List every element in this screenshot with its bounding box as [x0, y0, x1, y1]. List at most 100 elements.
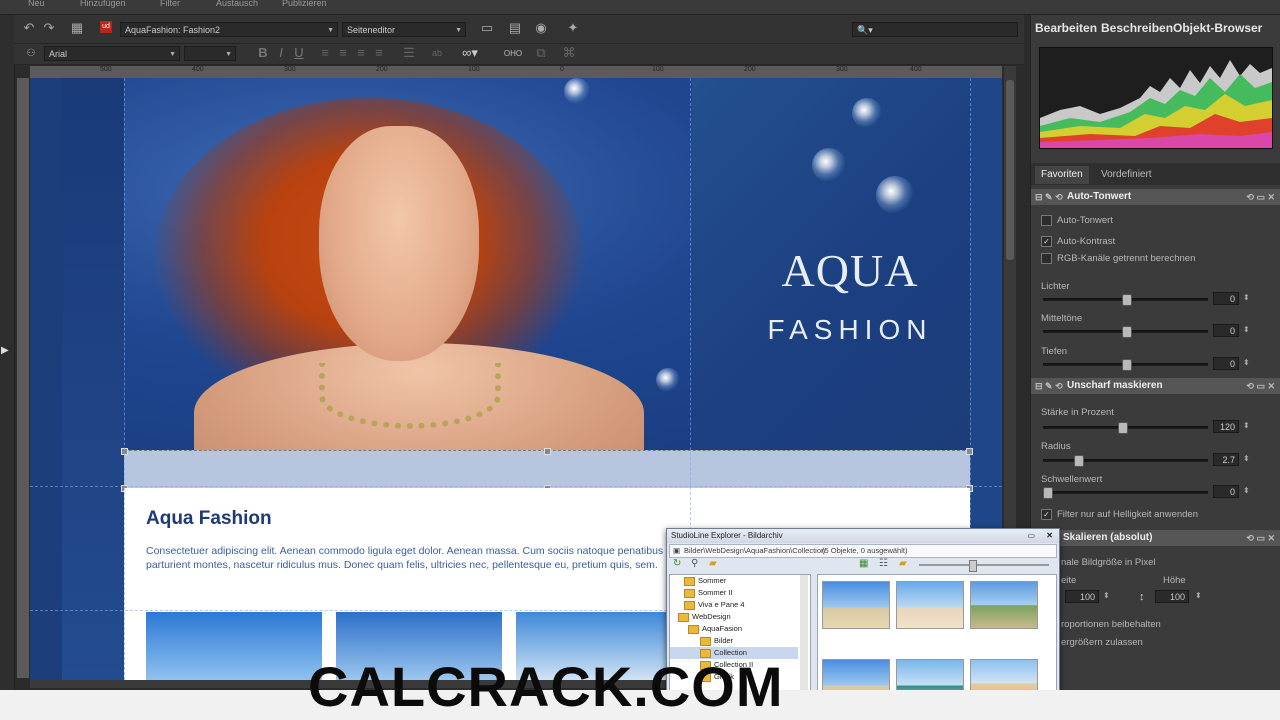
value-lichter[interactable]: 0: [1213, 292, 1239, 305]
section-controls-icon[interactable]: ⟲ ▭ ✕: [1246, 378, 1275, 394]
spinner-icon[interactable]: ⬍: [1243, 454, 1250, 463]
tree-item[interactable]: Sommer: [684, 575, 726, 587]
underline-icon[interactable]: U: [290, 45, 308, 61]
slider-lichter[interactable]: [1043, 294, 1208, 306]
tree-item[interactable]: Bilder: [700, 635, 733, 647]
unscharf-header[interactable]: ⊟ ✎ ⟲ Unscharf maskieren ⟲ ▭ ✕: [1031, 378, 1280, 394]
value-staerke[interactable]: 120: [1213, 420, 1239, 433]
align-left-icon[interactable]: ≡: [316, 45, 334, 61]
align-right-icon[interactable]: ≡: [352, 45, 370, 61]
spinner-icon[interactable]: ⬍: [1243, 325, 1250, 334]
new-folder-icon[interactable]: ▰: [899, 558, 907, 569]
layout-grid-icon[interactable]: ▦: [68, 20, 86, 36]
scrollbar-thumb[interactable]: [1006, 80, 1014, 260]
checkbox-checked[interactable]: ✓: [1041, 236, 1052, 247]
tab-bearbeiten[interactable]: Bearbeiten: [1035, 21, 1097, 35]
settings-icon[interactable]: ✦: [564, 20, 582, 36]
link-icon[interactable]: ⌘: [560, 45, 578, 61]
refresh-icon[interactable]: ↻: [673, 558, 681, 569]
tab-objekt-browser[interactable]: Objekt-Browser: [1173, 21, 1262, 35]
resize-handle[interactable]: [544, 448, 551, 455]
menu-item-neu[interactable]: Neu: [28, 0, 45, 8]
thumbnail[interactable]: [970, 581, 1038, 629]
filter-tool-icons[interactable]: ⊟ ✎ ⟲: [1035, 189, 1063, 205]
slider-knob[interactable]: [1122, 326, 1132, 338]
spinner-icon[interactable]: ⬍: [1103, 591, 1110, 600]
mode-select[interactable]: Seiteneditor ▼: [342, 22, 466, 37]
checkbox[interactable]: [1041, 215, 1052, 226]
tree-item[interactable]: Sommer II: [684, 587, 733, 599]
menu-item-filter[interactable]: Filter: [160, 0, 180, 8]
slider-schwellenwert[interactable]: [1043, 487, 1208, 499]
thumbnail[interactable]: [822, 581, 890, 629]
justify-icon[interactable]: ≡: [370, 45, 388, 61]
tree-item[interactable]: WebDesign: [678, 611, 731, 623]
menu-item-austausch[interactable]: Austausch: [216, 0, 258, 8]
maximize-icon[interactable]: ▭: [1027, 529, 1035, 543]
menu-item-hinzufuegen[interactable]: Hinzufügen: [80, 0, 126, 8]
spinner-icon[interactable]: ⬍: [1243, 486, 1250, 495]
section-controls-icon[interactable]: ⟲ ▭ ✕: [1246, 530, 1275, 546]
tab-favoriten[interactable]: Favoriten: [1035, 166, 1089, 184]
option-rgb-getrennt[interactable]: RGB-Kanäle getrennt berechnen: [1041, 253, 1195, 264]
copy-icon[interactable]: ⧉: [532, 45, 550, 61]
spinner-icon[interactable]: ⬍: [1195, 591, 1202, 600]
document-select[interactable]: AquaFashion: Fashion2 ▼: [120, 22, 338, 37]
slider-knob[interactable]: [1122, 294, 1132, 306]
font-select[interactable]: Arial ▼: [44, 46, 180, 61]
explorer-path-bar[interactable]: ▣ Bilder\WebDesign\AquaFashion\Collectio…: [669, 544, 1057, 558]
option-filter-helligkeit[interactable]: ✓ Filter nur auf Helligkeit anwenden: [1041, 509, 1198, 520]
spellcheck-icon[interactable]: ab: [428, 45, 446, 61]
height-value[interactable]: 100: [1155, 590, 1189, 603]
value-tiefen[interactable]: 0: [1213, 357, 1239, 370]
expand-arrow-icon[interactable]: ▶: [1, 345, 9, 356]
tree-item[interactable]: Viva e Pane 4: [684, 599, 745, 611]
checkbox[interactable]: [1041, 253, 1052, 264]
slider-radius[interactable]: [1043, 455, 1208, 467]
content-title[interactable]: Aqua Fashion: [146, 508, 272, 530]
slider-tiefen[interactable]: [1043, 359, 1208, 371]
undo-icon[interactable]: ↶: [20, 20, 38, 36]
slider-staerke[interactable]: [1043, 422, 1208, 434]
search-icon[interactable]: ⚲: [691, 558, 698, 569]
zoom-slider-knob[interactable]: [969, 560, 977, 572]
list-view-icon[interactable]: ☷: [879, 558, 888, 569]
italic-icon[interactable]: I: [272, 45, 290, 61]
keep-ratio-option[interactable]: roportionen beibehalten: [1061, 619, 1161, 630]
spinner-icon[interactable]: ⬍: [1243, 421, 1250, 430]
option-auto-kontrast[interactable]: ✓ Auto-Kontrast: [1041, 236, 1115, 247]
slider-mitteltoene[interactable]: [1043, 326, 1208, 338]
search-input[interactable]: 🔍▾: [852, 22, 1018, 37]
value-radius[interactable]: 2.7: [1213, 453, 1239, 466]
monitor-icon[interactable]: ▭: [478, 20, 496, 36]
font-size-select[interactable]: ▼: [184, 46, 236, 61]
tab-vordefiniert[interactable]: Vordefiniert: [1095, 166, 1158, 184]
list-icon[interactable]: ☰: [400, 45, 418, 61]
auto-tonwert-header[interactable]: ⊟ ✎ ⟲ Auto-Tonwert ⟲ ▭ ✕: [1031, 189, 1280, 205]
selected-text-frame[interactable]: [121, 448, 973, 492]
filter-tool-icons[interactable]: ⊟ ✎ ⟲: [1035, 378, 1063, 394]
value-schwellenwert[interactable]: 0: [1213, 485, 1239, 498]
option-auto-tonwert[interactable]: Auto-Tonwert: [1041, 215, 1113, 226]
bold-icon[interactable]: B: [254, 45, 272, 61]
thumbnail[interactable]: [896, 581, 964, 629]
globe-icon[interactable]: ◉: [532, 20, 550, 36]
spinner-icon[interactable]: ⬍: [1243, 293, 1250, 302]
slider-knob[interactable]: [1074, 455, 1084, 467]
slider-knob[interactable]: [1043, 487, 1053, 499]
binoculars-icon[interactable]: ∞▾: [458, 45, 482, 61]
text-format-icon[interactable]: OHO: [502, 46, 524, 62]
checkbox-checked[interactable]: ✓: [1041, 509, 1052, 520]
gallery-photo-1[interactable]: [146, 612, 322, 680]
section-controls-icon[interactable]: ⟲ ▭ ✕: [1246, 189, 1275, 205]
skalieren-header[interactable]: Skalieren (absolut) ⟲ ▭ ✕: [1031, 530, 1280, 546]
slider-knob[interactable]: [1118, 422, 1128, 434]
slider-knob[interactable]: [1122, 359, 1132, 371]
redo-icon[interactable]: ↷: [40, 20, 58, 36]
content-paragraph[interactable]: Consectetuer adipiscing elit. Aenean com…: [146, 544, 756, 572]
tab-beschreiben[interactable]: Beschreiben: [1101, 21, 1173, 35]
spinner-icon[interactable]: ⬍: [1243, 358, 1250, 367]
close-icon[interactable]: ✕: [1046, 529, 1053, 543]
tree-item[interactable]: AquaFasion: [688, 623, 742, 635]
view-icon[interactable]: ▦: [859, 558, 868, 569]
